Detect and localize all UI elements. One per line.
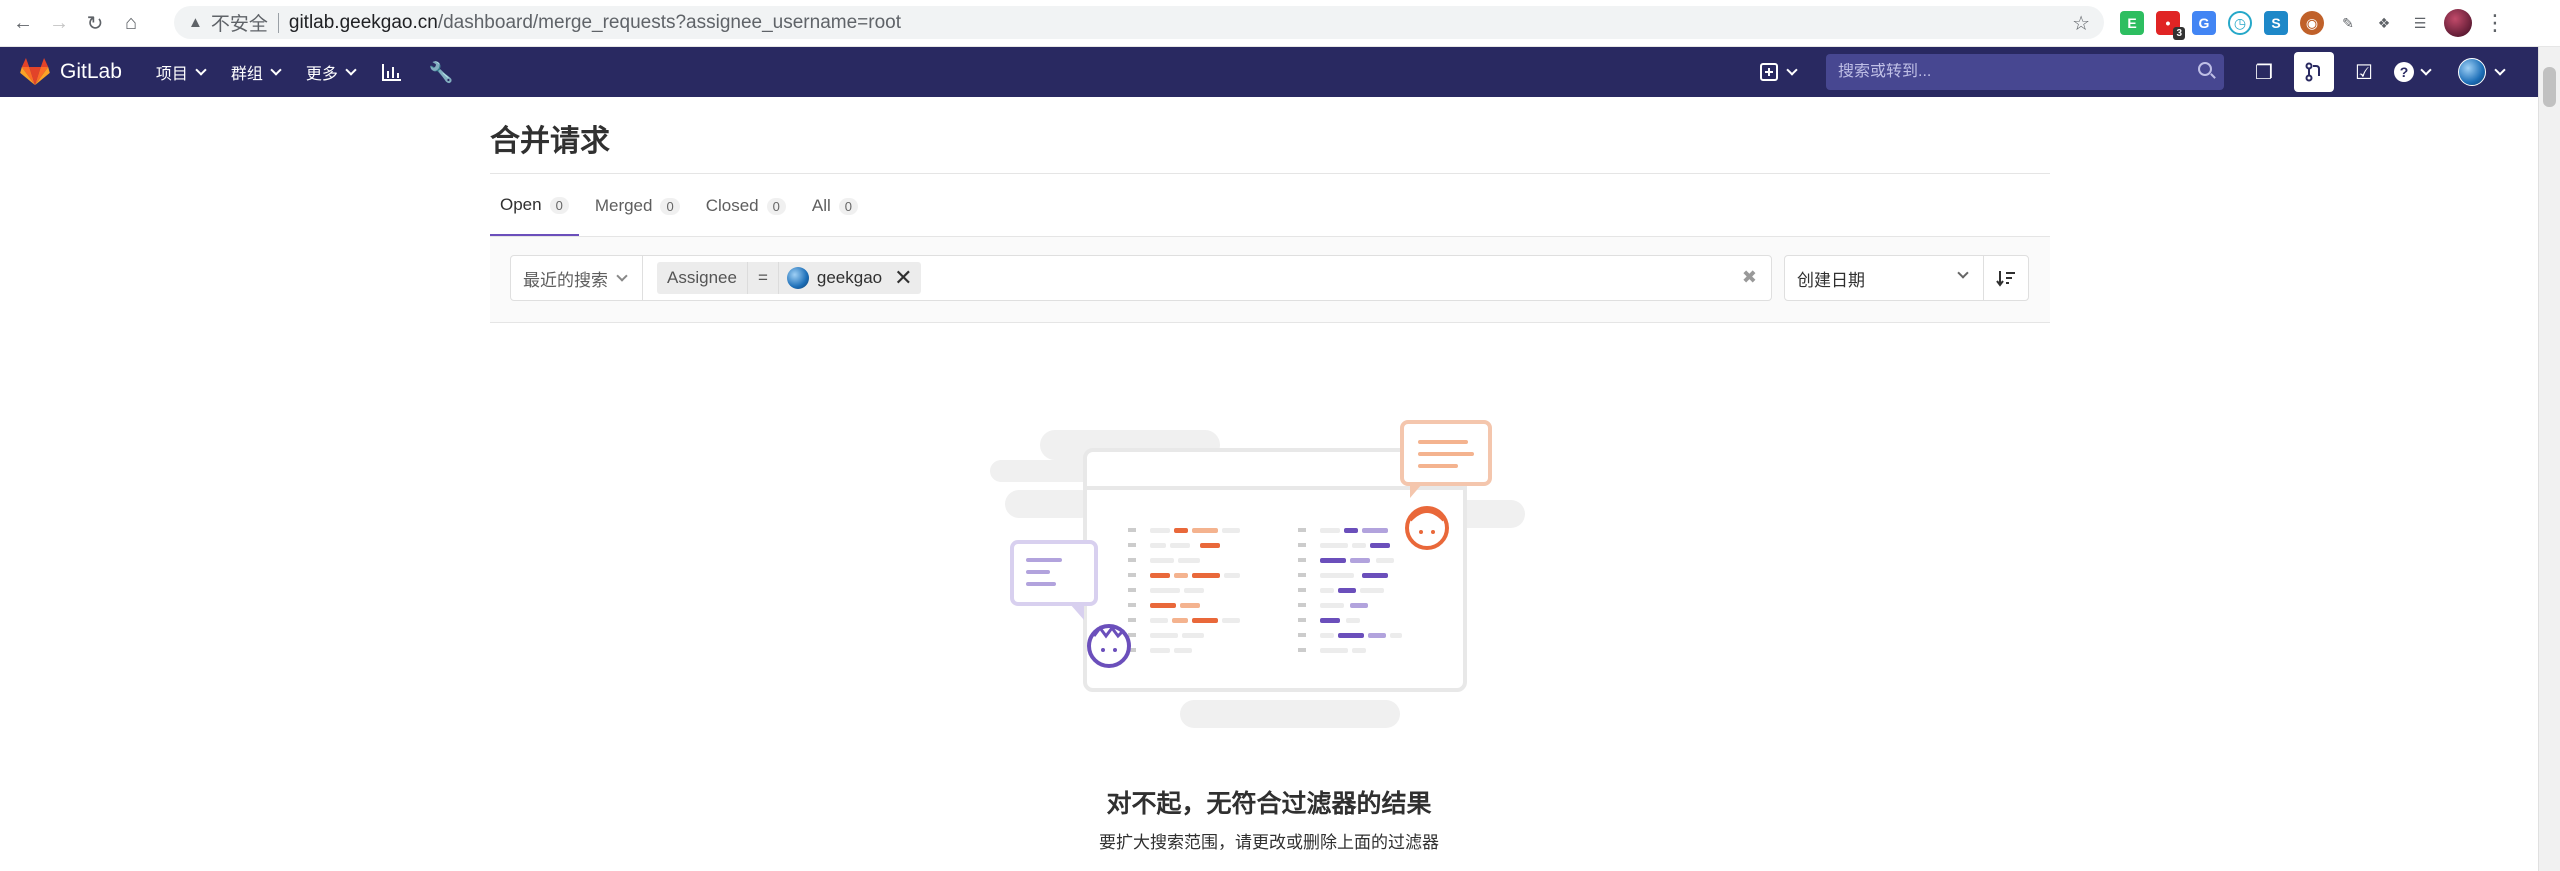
- token-operator: =: [746, 262, 778, 294]
- chevron-down-icon: [616, 269, 628, 282]
- extension-badge: 3: [2173, 27, 2185, 40]
- address-bar[interactable]: ▲ 不安全 gitlab.geekgao.cn/dashboard/merge_…: [174, 6, 2104, 39]
- state-tabs: Open 0 Merged 0 Closed 0 All 0: [490, 176, 874, 236]
- merge-requests-icon[interactable]: [2294, 52, 2334, 92]
- extension-red-icon[interactable]: • 3: [2156, 11, 2185, 40]
- user-avatar: [2458, 58, 2486, 86]
- title-divider: [490, 173, 2050, 174]
- forward-icon[interactable]: →: [46, 10, 72, 36]
- media-icon[interactable]: ☰: [2408, 11, 2432, 35]
- page-scrollbar[interactable]: [2538, 47, 2560, 871]
- global-search[interactable]: [1826, 54, 2224, 90]
- empty-state-illustration: [990, 420, 1525, 728]
- recent-searches-label: 最近的搜索: [523, 270, 608, 290]
- menu-projects-label: 项目: [155, 66, 188, 83]
- menu-more-label: 更多: [305, 66, 338, 83]
- search-icon: [2198, 62, 2212, 76]
- plus-square-icon: [1760, 63, 1778, 81]
- puzzle-icon[interactable]: ❖: [2372, 11, 2396, 35]
- empty-state-subtitle: 要扩大搜索范围，请更改或删除上面的过滤器: [1099, 833, 1439, 852]
- back-icon[interactable]: ←: [10, 10, 36, 36]
- tab-closed[interactable]: Closed 0: [696, 176, 796, 236]
- bookmark-star-icon[interactable]: ☆: [2072, 11, 2090, 36]
- url-path: /dashboard/merge_requests?assignee_usern…: [437, 11, 901, 33]
- brand-name: GitLab: [60, 60, 122, 83]
- tab-merged-count: 0: [660, 197, 680, 215]
- address-divider: [277, 12, 279, 33]
- user-menu[interactable]: [2458, 58, 2506, 86]
- help-icon: ?: [2394, 62, 2414, 82]
- menu-projects[interactable]: 项目: [155, 60, 207, 84]
- help-menu[interactable]: ?: [2394, 62, 2432, 82]
- scrollbar-thumb[interactable]: [2543, 67, 2556, 107]
- chevron-down-icon: [1957, 267, 1969, 279]
- admin-wrench-icon[interactable]: 🔧: [429, 60, 454, 85]
- sort-dropdown[interactable]: 创建日期: [1784, 255, 1984, 301]
- filtered-search-input[interactable]: 最近的搜索 Assignee = geekgao ✕ ✖: [510, 255, 1772, 301]
- insecure-label: 不安全: [210, 14, 268, 35]
- profile-avatar[interactable]: [2444, 9, 2472, 37]
- tab-closed-count: 0: [766, 197, 786, 215]
- sort-direction-button[interactable]: [1983, 255, 2029, 301]
- reload-icon[interactable]: ↻: [82, 10, 108, 36]
- tab-open-count: 0: [549, 196, 569, 214]
- gitlab-navbar: GitLab 项目 群组 更多 🔧 ❐ ☑ ?: [0, 47, 2538, 97]
- todos-icon[interactable]: ☑: [2344, 52, 2384, 92]
- tab-merged[interactable]: Merged 0: [585, 176, 690, 236]
- menu-groups-label: 群组: [230, 66, 263, 83]
- extension-shield-icon[interactable]: ◉: [2300, 11, 2324, 35]
- issues-icon[interactable]: ❐: [2244, 52, 2284, 92]
- clock-icon[interactable]: ◷: [2228, 11, 2252, 35]
- chevron-down-icon: [2420, 63, 2432, 76]
- browser-menu-icon[interactable]: ⋮: [2484, 10, 2506, 36]
- sort-lowest-icon: [1996, 271, 2015, 287]
- empty-state-title: 对不起，无符合过滤器的结果: [1106, 790, 1432, 818]
- tab-all-label: All: [811, 196, 831, 215]
- chevron-down-icon: [270, 63, 282, 76]
- tab-merged-label: Merged: [594, 196, 653, 215]
- avatar-orange: [1405, 506, 1449, 550]
- warning-icon: ▲: [188, 14, 203, 31]
- filter-token-assignee[interactable]: Assignee = geekgao ✕: [657, 262, 921, 294]
- token-name: Assignee: [657, 262, 747, 294]
- clear-search-icon[interactable]: ✖: [1742, 267, 1757, 288]
- tab-all-count: 0: [838, 197, 858, 215]
- browser-toolbar: ← → ↻ ⌂ ▲ 不安全 gitlab.geekgao.cn/dashboar…: [0, 0, 2560, 47]
- remove-token-icon[interactable]: ✕: [894, 265, 912, 291]
- url-text: gitlab.geekgao.cn/dashboard/merge_reques…: [289, 12, 901, 34]
- activity-chart-icon[interactable]: [381, 62, 403, 82]
- token-value-text: geekgao: [816, 268, 883, 287]
- main-menu: 项目 群组 更多 🔧: [156, 60, 454, 85]
- assignee-avatar: [786, 267, 809, 289]
- sort-label: 创建日期: [1797, 270, 1865, 290]
- eyedropper-icon[interactable]: ✎: [2336, 11, 2360, 35]
- tab-all[interactable]: All 0: [802, 176, 868, 236]
- gitlab-tanuki-icon: [20, 58, 50, 86]
- page-title: 合并请求: [490, 125, 610, 158]
- home-icon[interactable]: ⌂: [118, 10, 144, 36]
- menu-groups[interactable]: 群组: [230, 60, 282, 84]
- evernote-icon[interactable]: E: [2120, 11, 2144, 35]
- filter-bar: 最近的搜索 Assignee = geekgao ✕ ✖ 创建日期: [490, 237, 2050, 323]
- chevron-down-icon: [195, 63, 207, 76]
- tab-closed-label: Closed: [705, 196, 759, 215]
- translate-icon[interactable]: G: [2192, 11, 2216, 35]
- extensions-bar: E • 3 G ◷ S ◉ ✎ ❖ ☰ ⋮: [2120, 8, 2506, 40]
- chevron-down-icon: [2494, 63, 2506, 76]
- menu-more[interactable]: 更多: [305, 60, 357, 84]
- extension-blue-icon[interactable]: S: [2264, 11, 2288, 35]
- new-item-button[interactable]: [1760, 63, 1798, 81]
- avatar-purple: [1087, 624, 1131, 668]
- navbar-right: ❐ ☑ ?: [1760, 47, 2538, 97]
- chevron-down-icon: [1786, 63, 1798, 76]
- token-value: geekgao ✕: [777, 262, 921, 294]
- tab-open[interactable]: Open 0: [490, 176, 579, 236]
- chevron-down-icon: [345, 63, 357, 76]
- search-input[interactable]: [1838, 63, 2178, 81]
- recent-searches-dropdown[interactable]: 最近的搜索: [511, 256, 643, 300]
- speech-bubble-left: [1010, 540, 1098, 620]
- gitlab-logo[interactable]: GitLab: [20, 58, 122, 86]
- url-host: gitlab.geekgao.cn: [288, 11, 438, 33]
- tab-open-label: Open: [500, 195, 542, 214]
